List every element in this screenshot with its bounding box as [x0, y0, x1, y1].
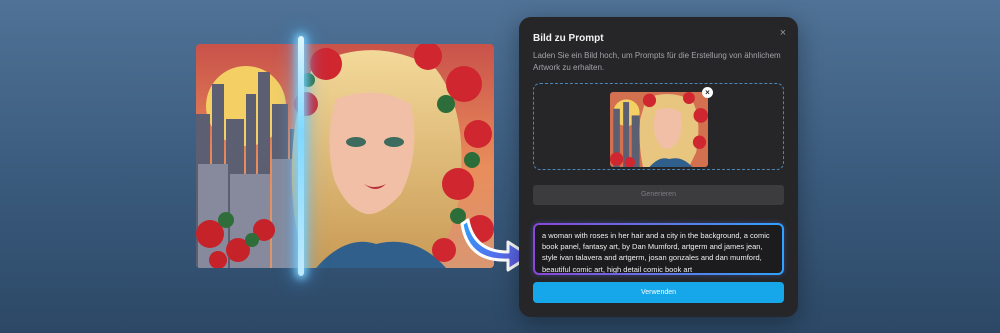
image-to-prompt-dialog: × Bild zu Prompt Laden Sie ein Bild hoch…	[519, 17, 798, 317]
artwork-preview	[196, 44, 494, 268]
uploaded-image-thumbnail	[610, 92, 708, 167]
dialog-title: Bild zu Prompt	[533, 33, 604, 44]
prompt-output-box[interactable]: a woman with roses in her hair and a cit…	[533, 223, 784, 275]
use-button[interactable]: Verwenden	[533, 282, 784, 303]
prompt-text[interactable]: a woman with roses in her hair and a cit…	[535, 225, 782, 273]
image-upload-dropzone[interactable]: ×	[533, 83, 784, 170]
close-icon[interactable]: ×	[776, 26, 790, 40]
generate-button[interactable]: Generieren	[533, 185, 784, 205]
comparison-divider	[298, 36, 304, 276]
remove-image-icon[interactable]: ×	[702, 87, 713, 98]
dialog-description: Laden Sie ein Bild hoch, um Prompts für …	[533, 51, 781, 72]
comic-portrait-image	[196, 44, 494, 268]
thumbnail-image	[610, 92, 708, 167]
